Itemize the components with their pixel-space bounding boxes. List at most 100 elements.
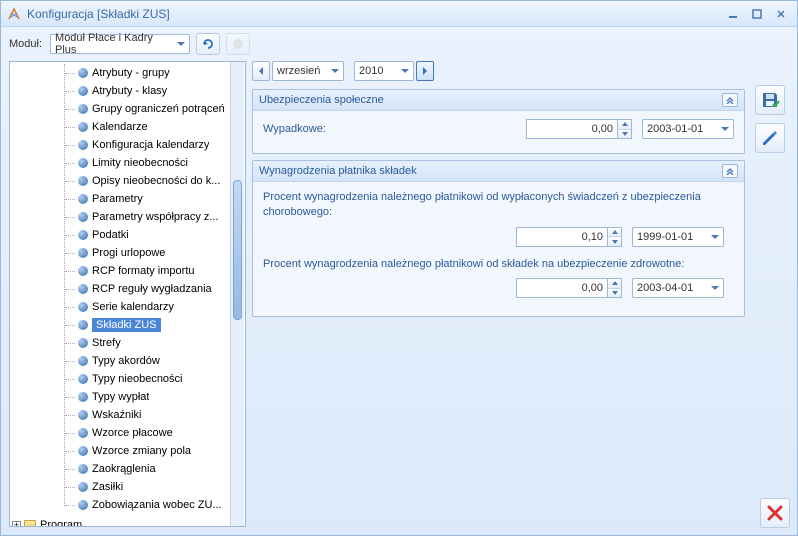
bullet-icon bbox=[78, 266, 88, 276]
bullet-icon bbox=[78, 356, 88, 366]
minimize-button[interactable] bbox=[723, 6, 743, 22]
month-select[interactable]: wrzesień bbox=[272, 61, 344, 81]
bullet-icon bbox=[78, 392, 88, 402]
tree-item[interactable]: Grupy ograniczeń potrąceń bbox=[10, 100, 245, 118]
bullet-icon bbox=[78, 338, 88, 348]
panel-payer-remuneration: Wynagrodzenia płatnika składek Procent w… bbox=[252, 160, 745, 317]
save-button[interactable] bbox=[755, 85, 785, 115]
bullet-icon bbox=[78, 158, 88, 168]
health-percent-label: Procent wynagrodzenia należnego płatniko… bbox=[263, 257, 734, 272]
tree-item[interactable]: RCP formaty importu bbox=[10, 262, 245, 280]
tree-item-label: Serie kalendarzy bbox=[92, 301, 174, 313]
window-title: Konfiguracja [Składki ZUS] bbox=[27, 7, 723, 21]
bullet-icon bbox=[78, 68, 88, 78]
tree-item-label: Parametry współpracy z... bbox=[92, 211, 219, 223]
tree-item[interactable]: Parametry bbox=[10, 190, 245, 208]
bullet-icon bbox=[78, 104, 88, 114]
tree-item[interactable]: Zasiłki bbox=[10, 478, 245, 496]
prev-month-button[interactable] bbox=[252, 61, 270, 81]
tree-item[interactable]: Konfiguracja kalendarzy bbox=[10, 136, 245, 154]
tree-item[interactable]: Wzorce płacowe bbox=[10, 424, 245, 442]
next-month-button[interactable] bbox=[416, 61, 434, 81]
close-button[interactable] bbox=[771, 6, 791, 22]
bullet-icon bbox=[78, 284, 88, 294]
year-select[interactable]: 2010 bbox=[354, 61, 414, 81]
bullet-icon bbox=[78, 446, 88, 456]
tree-item-label: Kalendarze bbox=[92, 121, 148, 133]
module-select[interactable]: Moduł Płace i Kadry Plus bbox=[50, 34, 190, 54]
tree-item-label: Grupy ograniczeń potrąceń bbox=[92, 103, 225, 115]
health-date-select[interactable]: 2003-04-01 bbox=[632, 278, 724, 298]
module-label: Moduł: bbox=[9, 38, 42, 50]
tree-item[interactable]: Opisy nieobecności do k... bbox=[10, 172, 245, 190]
tree-item[interactable]: Wskaźniki bbox=[10, 406, 245, 424]
accident-date-select[interactable]: 2003-01-01 bbox=[642, 119, 734, 139]
collapse-button[interactable] bbox=[722, 164, 738, 178]
bullet-icon bbox=[78, 248, 88, 258]
tree-item[interactable]: Parametry współpracy z... bbox=[10, 208, 245, 226]
app-icon bbox=[7, 7, 21, 21]
tree-item[interactable]: Atrybuty - grupy bbox=[10, 64, 245, 82]
tree-item[interactable]: Limity nieobecności bbox=[10, 154, 245, 172]
bullet-icon bbox=[78, 176, 88, 186]
bullet-icon bbox=[78, 140, 88, 150]
tree-item-label: Wzorce płacowe bbox=[92, 427, 173, 439]
tree-item-label: Opisy nieobecności do k... bbox=[92, 175, 220, 187]
titlebar: Konfiguracja [Składki ZUS] bbox=[1, 1, 797, 27]
health-spinner[interactable] bbox=[608, 278, 622, 298]
tree-item[interactable]: Typy akordów bbox=[10, 352, 245, 370]
tree-item[interactable]: Wzorce zmiany pola bbox=[10, 442, 245, 460]
tree-item-label: Typy wypłat bbox=[92, 391, 149, 403]
sickness-date-select[interactable]: 1999-01-01 bbox=[632, 227, 724, 247]
tree-item-label: Atrybuty - klasy bbox=[92, 85, 167, 97]
refresh-button[interactable] bbox=[196, 33, 220, 55]
tree-item[interactable]: Strefy bbox=[10, 334, 245, 352]
edit-button[interactable] bbox=[755, 123, 785, 153]
expander-icon[interactable]: + bbox=[12, 521, 21, 527]
bullet-icon bbox=[78, 410, 88, 420]
folder-icon bbox=[24, 520, 36, 526]
bullet-icon bbox=[78, 86, 88, 96]
sidebar-tree[interactable]: Atrybuty - grupy Atrybuty - klasy Grupy og… bbox=[9, 61, 246, 527]
tree-item-label: Zobowiązania wobec ZU... bbox=[92, 499, 222, 511]
tree-item[interactable]: Zaokrąglenia bbox=[10, 460, 245, 478]
toolbar: Moduł: Moduł Płace i Kadry Plus bbox=[1, 27, 797, 61]
tree-item-label: Atrybuty - grupy bbox=[92, 67, 170, 79]
tree-item-label: Wzorce zmiany pola bbox=[92, 445, 191, 457]
tree-item-label: Typy akordów bbox=[92, 355, 160, 367]
cancel-button[interactable] bbox=[760, 498, 790, 528]
sickness-spinner[interactable] bbox=[608, 227, 622, 247]
unknown-button bbox=[226, 33, 250, 55]
sickness-percent-input[interactable] bbox=[516, 227, 608, 247]
tree-item[interactable]: Składki ZUS bbox=[10, 316, 245, 334]
tree-root-program[interactable]: +Program bbox=[10, 516, 245, 526]
scrollbar-thumb[interactable] bbox=[233, 180, 242, 320]
tree-item-label: RCP reguły wygładzania bbox=[92, 283, 212, 295]
health-percent-input[interactable] bbox=[516, 278, 608, 298]
tree-item-label: Podatki bbox=[92, 229, 129, 241]
tree-item[interactable]: Serie kalendarzy bbox=[10, 298, 245, 316]
tree-item-label: Limity nieobecności bbox=[92, 157, 188, 169]
tree-item[interactable]: Atrybuty - klasy bbox=[10, 82, 245, 100]
tree-item[interactable]: RCP reguły wygładzania bbox=[10, 280, 245, 298]
bullet-icon bbox=[78, 482, 88, 492]
maximize-button[interactable] bbox=[747, 6, 767, 22]
tree-item-label: Progi urlopowe bbox=[92, 247, 165, 259]
tree-item[interactable]: Typy nieobecności bbox=[10, 370, 245, 388]
bullet-icon bbox=[78, 122, 88, 132]
tree-item[interactable]: Typy wypłat bbox=[10, 388, 245, 406]
tree-item[interactable]: Zobowiązania wobec ZU... bbox=[10, 496, 245, 514]
bullet-icon bbox=[78, 464, 88, 474]
tree-item[interactable]: Progi urlopowe bbox=[10, 244, 245, 262]
scrollbar[interactable] bbox=[230, 62, 244, 526]
tree-item[interactable]: Kalendarze bbox=[10, 118, 245, 136]
collapse-button[interactable] bbox=[722, 93, 738, 107]
tree-item-label: Zasiłki bbox=[92, 481, 123, 493]
accident-value-input[interactable] bbox=[526, 119, 618, 139]
tree-item-label: Wskaźniki bbox=[92, 409, 142, 421]
tree-item-label: Parametry bbox=[92, 193, 143, 205]
accident-spinner[interactable] bbox=[618, 119, 632, 139]
date-navigator: wrzesień 2010 bbox=[252, 61, 745, 81]
bullet-icon bbox=[78, 374, 88, 384]
tree-item[interactable]: Podatki bbox=[10, 226, 245, 244]
